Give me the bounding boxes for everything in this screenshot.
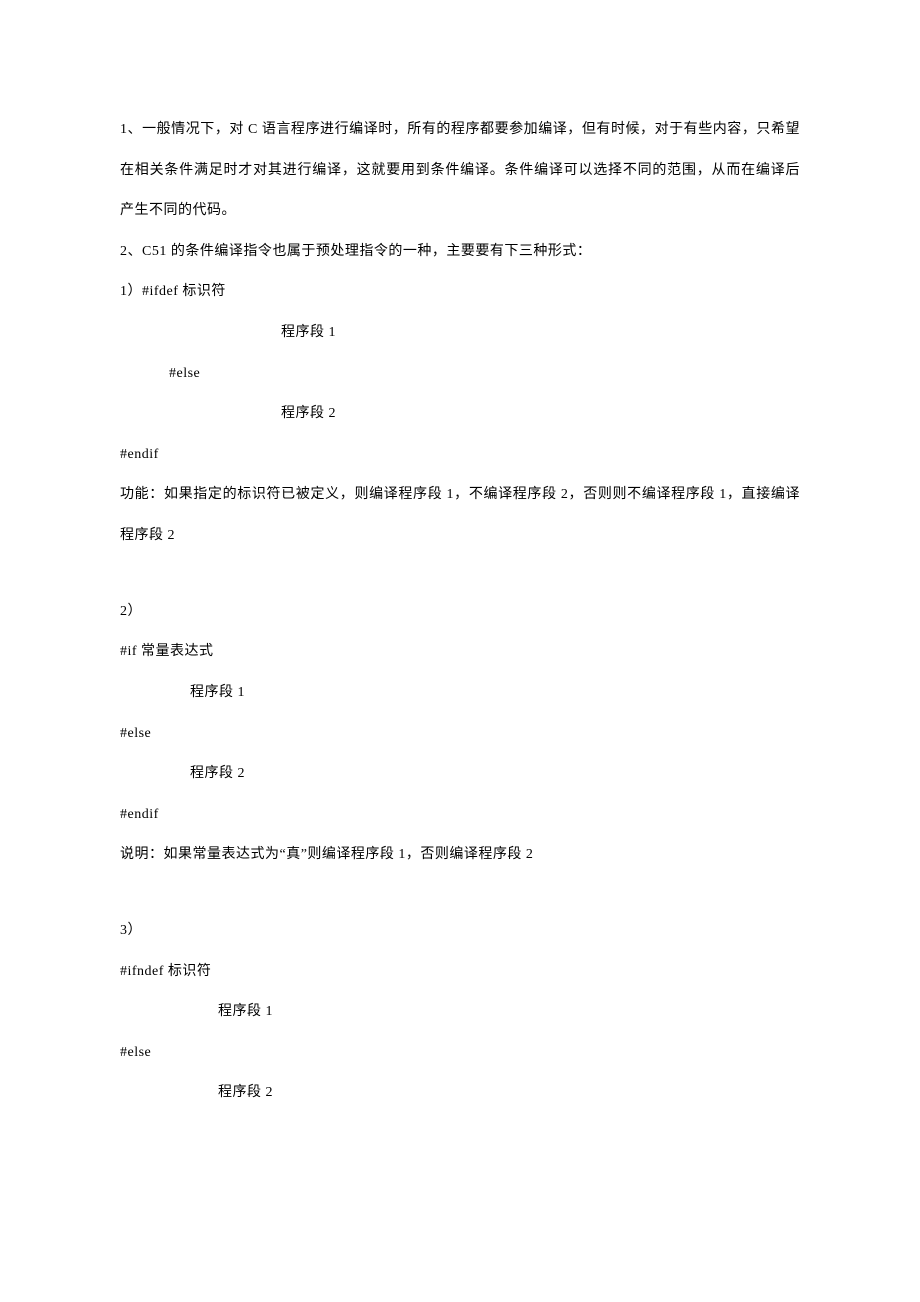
paragraph-5: #else: [120, 354, 800, 395]
paragraph-18: 程序段 1: [120, 992, 800, 1033]
paragraph-14: #endif: [120, 795, 800, 836]
paragraph-6: 程序段 2: [120, 394, 800, 435]
paragraph-16: 3）: [120, 911, 800, 952]
paragraph-11: 程序段 1: [120, 673, 800, 714]
paragraph-15: 说明：如果常量表达式为“真”则编译程序段 1，否则编译程序段 2: [120, 835, 800, 876]
paragraph-12: #else: [120, 714, 800, 755]
paragraph-19: #else: [120, 1033, 800, 1074]
paragraph-20: 程序段 2: [120, 1073, 800, 1114]
paragraph-2: 2、C51 的条件编译指令也属于预处理指令的一种，主要要有下三种形式：: [120, 232, 800, 273]
paragraph-4: 程序段 1: [120, 313, 800, 354]
spacer: [120, 876, 800, 911]
paragraph-7: #endif: [120, 435, 800, 476]
paragraph-1: 1、一般情况下，对 C 语言程序进行编译时，所有的程序都要参加编译，但有时候，对…: [120, 110, 800, 232]
paragraph-9: 2）: [120, 592, 800, 633]
paragraph-3: 1）#ifdef 标识符: [120, 272, 800, 313]
spacer: [120, 557, 800, 592]
document-page: 1、一般情况下，对 C 语言程序进行编译时，所有的程序都要参加编译，但有时候，对…: [0, 0, 920, 1174]
paragraph-17: #ifndef 标识符: [120, 952, 800, 993]
paragraph-13: 程序段 2: [120, 754, 800, 795]
paragraph-10: #if 常量表达式: [120, 632, 800, 673]
paragraph-8: 功能：如果指定的标识符已被定义，则编译程序段 1，不编译程序段 2，否则则不编译…: [120, 475, 800, 556]
